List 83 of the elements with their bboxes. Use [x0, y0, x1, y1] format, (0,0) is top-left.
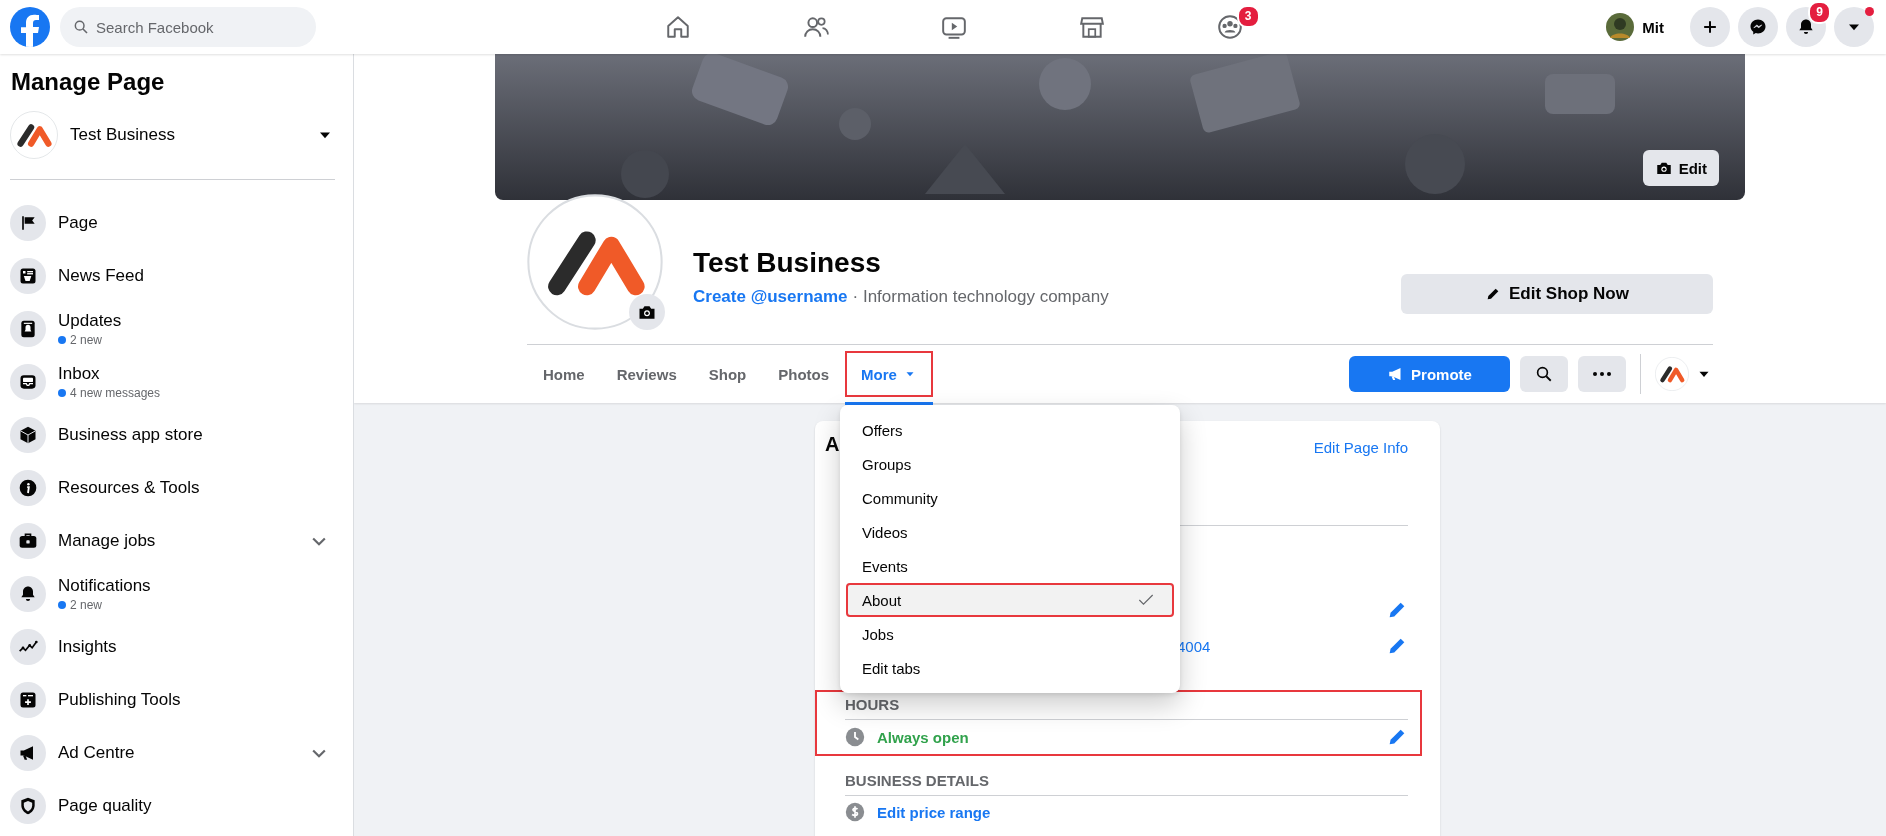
notification-badge: 3 — [1236, 5, 1260, 28]
card-title: A — [825, 433, 840, 456]
item-label: Resources & Tools — [58, 477, 201, 498]
chat-bubble-icon — [1748, 17, 1768, 37]
avatar-icon — [1606, 13, 1635, 41]
video-icon — [941, 14, 968, 40]
sidebar-item[interactable]: Inbox 4 new messages — [10, 355, 343, 408]
page-title: Test Business — [693, 247, 882, 279]
page-tab[interactable]: Reviews — [600, 351, 693, 397]
sidebar-item[interactable]: Page quality — [10, 779, 343, 832]
section-heading: HOURS — [845, 696, 1408, 720]
page-tab[interactable]: Home — [527, 351, 601, 397]
menu-item[interactable]: Videos — [846, 515, 1174, 549]
item-label: News Feed — [58, 265, 145, 286]
menu-item[interactable]: Edit tabs — [846, 651, 1174, 685]
menu-item[interactable]: Groups — [846, 447, 1174, 481]
sidebar-item[interactable]: Business app store — [10, 408, 343, 461]
sidebar-item[interactable]: Page — [10, 196, 343, 249]
item-label: Updates — [58, 310, 123, 331]
info-icon — [18, 477, 38, 498]
page-selector[interactable]: Test Business — [10, 106, 335, 180]
sidebar-item[interactable]: Updates 2 new — [10, 302, 343, 355]
search-icon — [73, 19, 89, 35]
item-label: Inbox — [58, 363, 101, 384]
sidebar-item[interactable]: News Feed — [10, 249, 343, 302]
section-heading: BUSINESS DETAILS — [845, 772, 1408, 796]
menu-item[interactable]: Events — [846, 549, 1174, 583]
username-link[interactable]: Create @username — [693, 287, 848, 307]
more-button[interactable] — [1578, 356, 1626, 392]
create-button[interactable] — [1690, 7, 1730, 47]
clock-icon — [845, 727, 865, 747]
edit-shop-now-button[interactable]: Edit Shop Now — [1401, 274, 1713, 314]
page-tab[interactable]: Photos — [762, 351, 846, 397]
people-icon — [803, 14, 830, 40]
sidebar-item[interactable]: Resources & Tools — [10, 461, 343, 514]
bell-square-icon — [18, 318, 38, 339]
home-icon — [665, 14, 692, 40]
item-label: Manage jobs — [58, 530, 157, 551]
item-subtitle: 4 new messages — [58, 385, 343, 400]
facebook-logo[interactable] — [10, 7, 50, 47]
change-photo-button[interactable] — [629, 294, 665, 330]
page-avatar — [1655, 357, 1689, 391]
profile-link[interactable]: Mit — [1602, 9, 1674, 45]
menu-item[interactable]: Community — [846, 481, 1174, 515]
more-icon — [1593, 372, 1611, 376]
page-category: · Information technology company — [852, 287, 1109, 307]
search-field[interactable]: Search Facebook — [60, 7, 316, 47]
menu-item[interactable]: Offers — [846, 413, 1174, 447]
page-logo — [10, 111, 58, 159]
item-subtitle: 2 new — [58, 597, 343, 612]
store-icon — [1079, 14, 1106, 40]
messenger-button[interactable] — [1738, 7, 1778, 47]
page-tab[interactable]: Shop — [692, 351, 763, 397]
menu-item[interactable]: About — [846, 583, 1174, 617]
sidebar-item[interactable]: Ad Centre — [10, 726, 343, 779]
search-button[interactable] — [1520, 356, 1568, 392]
item-label: Page — [58, 212, 99, 233]
cube-icon — [18, 424, 38, 445]
edit-cover-button[interactable]: Edit — [1642, 150, 1719, 186]
item-subtitle: 2 new — [58, 332, 343, 347]
search-icon — [1535, 365, 1553, 383]
edit-page-info-link[interactable]: Edit Page Info — [1313, 439, 1408, 456]
promote-button[interactable]: Promote — [1349, 356, 1510, 392]
item-label: Ad Centre — [58, 742, 136, 763]
notification-badge: 9 — [1808, 1, 1831, 24]
group-icon — [1217, 14, 1244, 40]
item-label: Notifications — [58, 575, 152, 596]
sidebar-item[interactable]: Manage jobs — [10, 514, 343, 567]
item-label: Insights — [58, 636, 118, 657]
sidebar-item[interactable]: Notifications 2 new — [10, 567, 343, 620]
sidebar-item[interactable]: Insights — [10, 620, 343, 673]
account-menu-button[interactable] — [1834, 7, 1874, 47]
dollar-icon — [845, 802, 865, 822]
sidebar-title: Manage Page — [10, 68, 166, 96]
hours-status: Always open — [877, 728, 969, 746]
item-label: Business app store — [58, 424, 204, 445]
edit-link[interactable]: Edit price range — [877, 803, 991, 821]
item-label: Page quality — [58, 795, 153, 816]
sidebar-item[interactable]: Publishing Tools — [10, 673, 343, 726]
shield-icon — [18, 795, 38, 816]
item-label: Publishing Tools — [58, 689, 182, 710]
page-name: Test Business — [70, 125, 176, 145]
menu-item[interactable]: Jobs — [846, 617, 1174, 651]
